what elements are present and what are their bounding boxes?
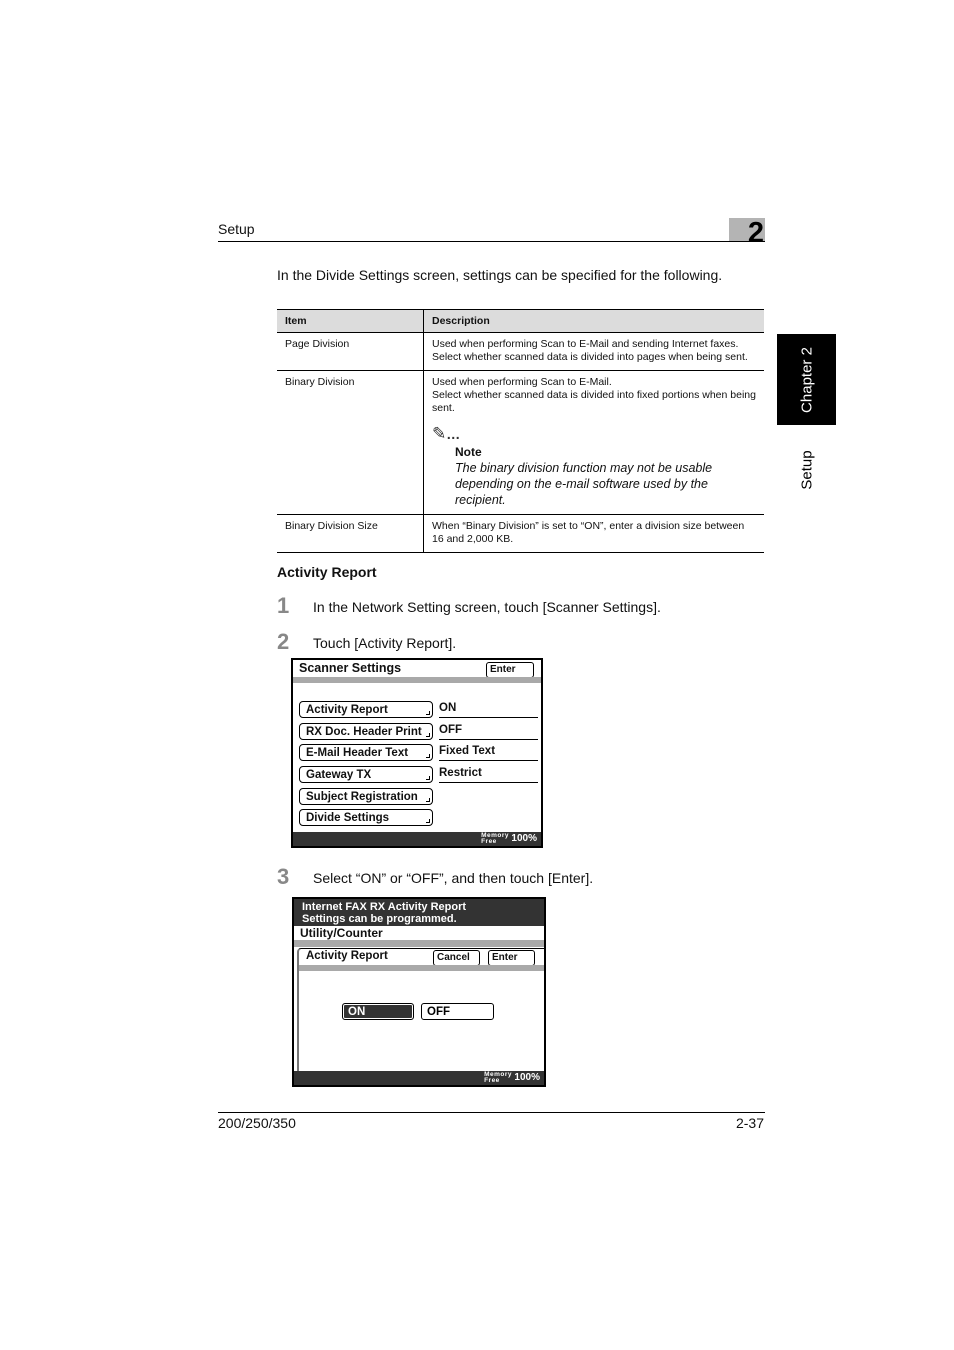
description-line: When “Binary Division” is set to “ON”, e… xyxy=(432,520,745,545)
description-line: Select whether scanned data is divided i… xyxy=(432,351,748,363)
column-header-item: Item xyxy=(277,309,424,333)
memory-status-bar: Memory Free 100% xyxy=(294,1071,544,1085)
step-text: Select “ON” or “OFF”, and then touch [En… xyxy=(313,870,594,886)
footer-model: 200/250/350 xyxy=(218,1115,296,1131)
running-header-title: Setup xyxy=(218,221,255,237)
note-block: ✎… Note The binary division function may… xyxy=(432,423,756,508)
chapter-number-box: 2 xyxy=(729,218,765,248)
memory-free-value: 100% xyxy=(514,1072,540,1083)
description-cell: When “Binary Division” is set to “ON”, e… xyxy=(423,514,764,553)
step-number: 1 xyxy=(277,593,290,618)
gateway-tx-button[interactable]: Gateway TX xyxy=(299,766,433,783)
step-number: 2 xyxy=(277,629,290,654)
activity-report-button[interactable]: Activity Report xyxy=(299,701,433,718)
memory-free-label: Memory Free xyxy=(484,1071,512,1084)
message-line: Settings can be programmed. xyxy=(302,913,457,925)
rx-doc-header-print-button[interactable]: RX Doc. Header Print xyxy=(299,723,433,740)
email-header-text-button[interactable]: E-Mail Header Text xyxy=(299,744,433,761)
enter-button[interactable]: Enter xyxy=(488,950,535,966)
on-toggle-button[interactable]: ON xyxy=(342,1003,414,1020)
cancel-button[interactable]: Cancel xyxy=(433,950,480,966)
chapter-number: 2 xyxy=(747,217,764,249)
note-label: Note xyxy=(455,445,482,459)
rx-doc-header-print-value: OFF xyxy=(439,722,538,740)
memory-status-bar: Memory Free 100% xyxy=(293,832,541,846)
breadcrumb: Utility/Counter xyxy=(300,926,383,940)
panel-title: Activity Report xyxy=(306,950,388,962)
item-cell: Binary Division xyxy=(277,370,424,515)
description-line: Select whether scanned data is divided i… xyxy=(432,389,756,414)
table-row: Binary Division Size When “Binary Divisi… xyxy=(277,514,764,553)
step-text: Touch [Activity Report]. xyxy=(313,635,457,651)
footer-page-number: 2-37 xyxy=(735,1115,764,1131)
email-header-text-value: Fixed Text xyxy=(439,743,538,761)
step-number: 3 xyxy=(277,864,290,889)
breadcrumb-band xyxy=(294,940,544,947)
description-cell: Used when performing Scan to E-Mail. Sel… xyxy=(423,370,764,515)
divide-settings-button[interactable]: Divide Settings xyxy=(299,809,433,826)
activity-report-panel: Activity Report Cancel Enter ON OFF xyxy=(297,948,544,1071)
off-toggle-button[interactable]: OFF xyxy=(421,1003,494,1020)
section-heading: Activity Report xyxy=(277,564,377,580)
note-text: The binary division function may not be … xyxy=(455,461,713,507)
enter-button[interactable]: Enter xyxy=(486,662,534,678)
screen-message: Internet FAX RX Activity Report Settings… xyxy=(294,899,544,926)
activity-report-screen: Internet FAX RX Activity Report Settings… xyxy=(292,897,546,1087)
side-tab-chapter-label: Chapter 2 xyxy=(798,346,815,413)
panel-band xyxy=(299,965,544,971)
activity-report-value: ON xyxy=(439,700,538,718)
step-text: In the Network Setting screen, touch [Sc… xyxy=(313,599,661,615)
message-line: Internet FAX RX Activity Report xyxy=(302,901,467,913)
subject-registration-button[interactable]: Subject Registration xyxy=(299,788,433,805)
screen-title-bar: Scanner Settings Enter xyxy=(293,660,541,678)
table-row: Binary Division Used when performing Sca… xyxy=(277,370,764,515)
divide-settings-table: Item Description Page Division Used when… xyxy=(277,309,764,553)
gateway-tx-value: Restrict xyxy=(439,765,538,783)
item-cell: Page Division xyxy=(277,332,424,371)
table-header-row: Item Description xyxy=(277,309,764,333)
footer-rule xyxy=(218,1112,765,1113)
side-tab-section: Setup xyxy=(777,430,836,510)
column-header-description: Description xyxy=(423,309,764,333)
screen-title: Scanner Settings xyxy=(299,661,402,675)
item-cell: Binary Division Size xyxy=(277,514,424,553)
side-tab-chapter: Chapter 2 xyxy=(777,334,836,425)
title-band xyxy=(293,677,541,683)
memory-free-value: 100% xyxy=(511,833,537,844)
intro-paragraph: In the Divide Settings screen, settings … xyxy=(277,267,723,283)
header-rule xyxy=(218,241,765,242)
description-cell: Used when performing Scan to E-Mail and … xyxy=(423,332,764,371)
description-line: Used when performing Scan to E-Mail and … xyxy=(432,338,739,350)
side-tab-section-label: Setup xyxy=(798,450,815,490)
pencil-note-icon: ✎… xyxy=(432,424,462,443)
table-row: Page Division Used when performing Scan … xyxy=(277,332,764,371)
memory-free-label: Memory Free xyxy=(481,832,509,845)
description-line: Used when performing Scan to E-Mail. xyxy=(432,376,612,388)
scanner-settings-screen: Scanner Settings Enter Activity Report O… xyxy=(291,658,543,848)
